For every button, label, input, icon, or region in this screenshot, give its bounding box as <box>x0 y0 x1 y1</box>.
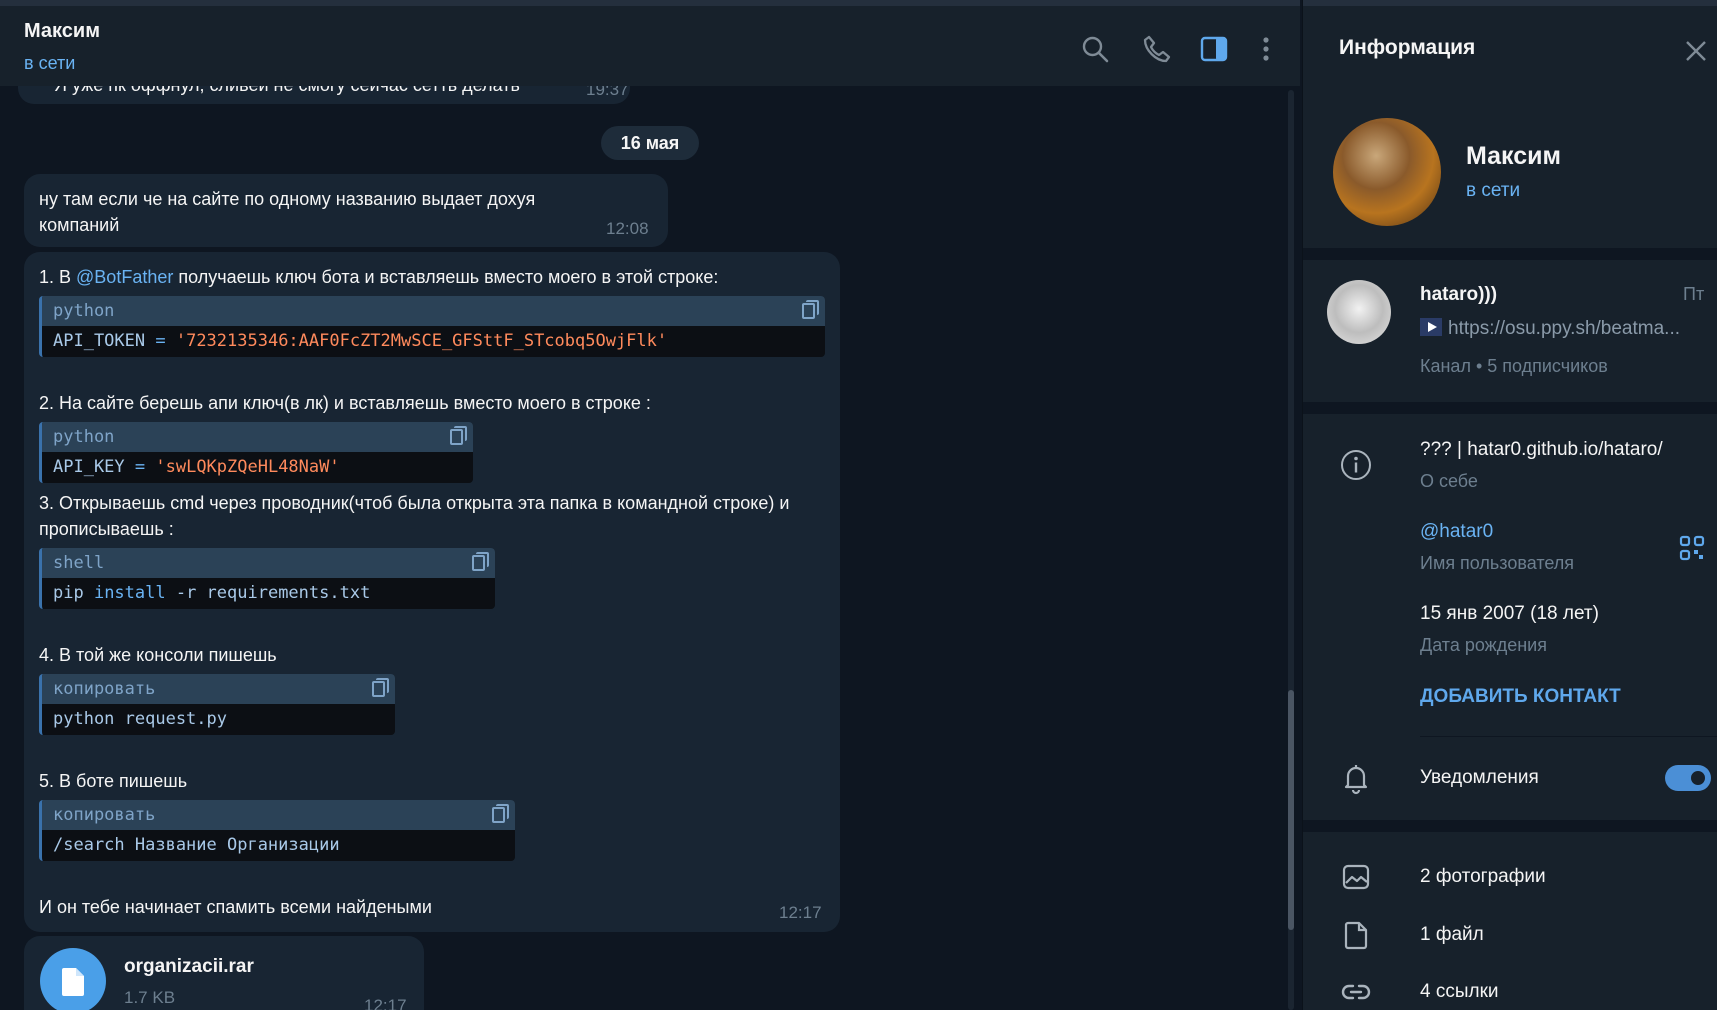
info-panel: Информация Максим в сети hataro))) Пт ht… <box>1302 0 1717 1010</box>
file-message[interactable]: organizacii.rar 1.7 KB 12:17 <box>24 936 424 1010</box>
final-text: И он тебе начинает спамить всеми найдены… <box>39 897 432 917</box>
chat-area: Я уже пк оффнул, сливей не смогу сейчас … <box>0 0 1300 1010</box>
date-divider: 16 мая <box>601 126 699 160</box>
side-panel-icon[interactable] <box>1199 34 1229 64</box>
file-size: 1.7 KB <box>124 988 176 1007</box>
separator <box>1303 820 1717 832</box>
code-line: API_TOKEN = '7232135346:AAF0FcZT2MwSCE_G… <box>53 331 668 351</box>
bio-label: О себе <box>1420 471 1478 491</box>
personal-channel[interactable]: hataro))) Пт https://osu.ppy.sh/beatma..… <box>1303 260 1717 400</box>
code-line: pip install -r requirements.txt <box>53 583 371 603</box>
username-label: Имя пользователя <box>1420 553 1575 573</box>
birthday-label: Дата рождения <box>1420 635 1547 655</box>
scrollbar-thumb[interactable] <box>1288 690 1294 930</box>
toggle-knob <box>1688 768 1708 788</box>
file-name: organizacii.rar <box>124 956 254 977</box>
qr-code-icon[interactable] <box>1679 535 1705 561</box>
notifications-label: Уведомления <box>1420 767 1539 788</box>
code-block-search[interactable]: копировать /search Название Организации <box>39 800 515 861</box>
code-lang-label: python <box>42 296 825 326</box>
copy-icon[interactable] <box>802 300 819 319</box>
channel-avatar <box>1327 280 1391 344</box>
search-icon[interactable] <box>1080 34 1110 64</box>
photos-count[interactable]: 2 фотографии <box>1420 866 1546 888</box>
message-bubble-instructions[interactable]: 1. В @BotFather получаешь ключ бота и вс… <box>24 252 840 932</box>
step-3-text: 3. Открываешь cmd через проводник(чтоб б… <box>39 493 790 539</box>
channel-preview: https://osu.ppy.sh/beatma... <box>1420 318 1710 340</box>
phone-icon[interactable] <box>1141 34 1171 64</box>
channel-meta: Канал • 5 подписчиков <box>1420 356 1608 376</box>
close-icon[interactable] <box>1685 40 1707 62</box>
copy-icon[interactable] <box>450 426 467 445</box>
profile-status: в сети <box>1466 180 1521 201</box>
step-5-text: 5. В боте пишешь <box>39 771 188 791</box>
code-lang-label: shell <box>42 548 495 578</box>
add-contact-button[interactable]: ДОБАВИТЬ КОНТАКТ <box>1420 686 1621 708</box>
photo-icon <box>1342 864 1370 890</box>
chat-title[interactable]: Максим <box>24 20 100 43</box>
code-lang-label: копировать <box>42 800 515 830</box>
step-4-text: 4. В той же консоли пишешь <box>39 645 277 665</box>
code-block-shell[interactable]: shell pip install -r requirements.txt <box>39 548 495 609</box>
file-icon[interactable] <box>40 948 106 1010</box>
step-2-text: 2. На сайте берешь апи ключ(в лк) и вста… <box>39 393 651 413</box>
info-icon <box>1341 450 1371 480</box>
separator <box>1303 402 1717 414</box>
chat-status: в сети <box>24 53 76 73</box>
code-block-api-key[interactable]: python API_KEY = 'swLQKpZQeHL48NaW' <box>39 422 473 483</box>
divider-line <box>1420 736 1717 737</box>
bio-value[interactable]: ??? | hatar0.github.io/hataro/ <box>1420 439 1663 461</box>
code-line: /search Название Организации <box>53 835 340 855</box>
copy-icon[interactable] <box>492 804 509 823</box>
chat-header: Максим в сети <box>0 0 1300 86</box>
more-vertical-icon[interactable] <box>1251 34 1281 64</box>
message-bubble[interactable]: ну там если че на сайте по одному назван… <box>24 174 668 247</box>
message-text: ну там если че на сайте по одному назван… <box>39 189 536 235</box>
message-time: 12:17 <box>364 996 407 1010</box>
channel-day: Пт <box>1683 284 1705 304</box>
links-count[interactable]: 4 ссылки <box>1420 981 1499 1003</box>
profile-name: Максим <box>1466 142 1561 170</box>
separator <box>1303 248 1717 260</box>
chat-scrollbar[interactable] <box>1288 90 1294 1010</box>
video-play-icon <box>1420 318 1442 336</box>
code-line: python request.py <box>53 709 227 729</box>
message-time: 12:17 <box>779 903 822 922</box>
profile-avatar[interactable] <box>1333 118 1441 226</box>
message-time: 12:08 <box>606 219 649 238</box>
channel-name: hataro))) <box>1420 284 1498 305</box>
info-header: Информация Максим в сети <box>1303 0 1717 248</box>
info-panel-title: Информация <box>1339 36 1476 59</box>
file-icon <box>1344 921 1368 950</box>
files-count[interactable]: 1 файл <box>1420 924 1484 946</box>
link-icon <box>1341 984 1371 1000</box>
username-value[interactable]: @hatar0 <box>1420 521 1493 543</box>
code-line: API_KEY = 'swLQKpZQeHL48NaW' <box>53 457 340 477</box>
code-lang-label: копировать <box>42 674 395 704</box>
notifications-toggle[interactable] <box>1665 765 1711 791</box>
botfather-link[interactable]: @BotFather <box>76 267 173 287</box>
code-lang-label: python <box>42 422 473 452</box>
code-block-api-token[interactable]: python API_TOKEN = '7232135346:AAF0FcZT2… <box>39 296 825 357</box>
copy-icon[interactable] <box>472 552 489 571</box>
bell-icon <box>1344 765 1368 795</box>
copy-icon[interactable] <box>372 678 389 697</box>
birthday-value: 15 янв 2007 (18 лет) <box>1420 603 1599 624</box>
step-1-text: 1. В @BotFather получаешь ключ бота и вс… <box>39 267 719 287</box>
code-block-run[interactable]: копировать python request.py <box>39 674 395 735</box>
